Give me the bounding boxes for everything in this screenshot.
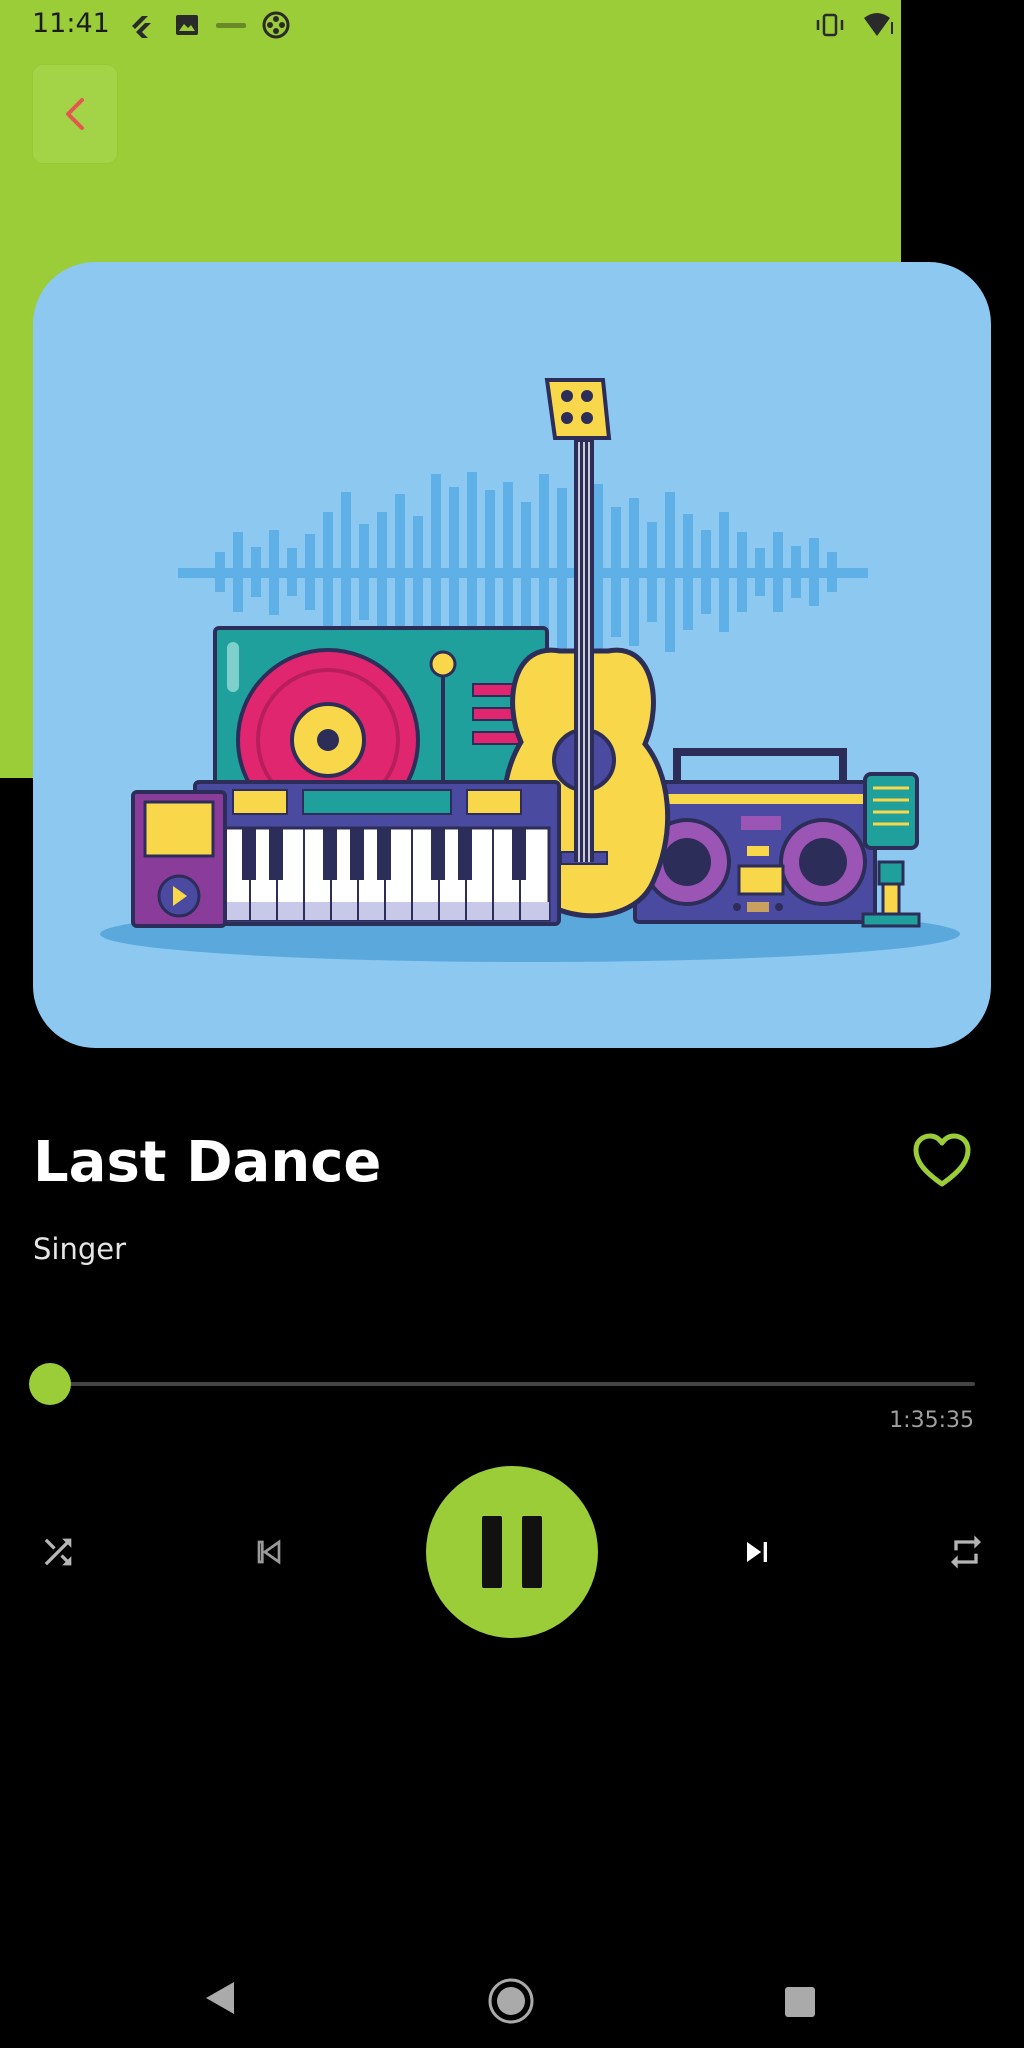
wifi-icon [864, 13, 893, 36]
app-icon [216, 23, 246, 28]
repeat-icon [951, 1535, 981, 1569]
image-icon [176, 15, 198, 35]
favorite-button[interactable] [910, 1130, 974, 1194]
chevron-left-icon [66, 98, 84, 130]
artist-name: Singer [33, 1232, 127, 1266]
skip-previous-icon [257, 1539, 281, 1565]
nav-home-icon[interactable] [486, 1976, 536, 2026]
film-reel-icon [262, 11, 290, 39]
skip-next-icon [747, 1542, 767, 1562]
pause-icon [482, 1516, 542, 1588]
keyboard-graphic [193, 780, 561, 926]
shuffle-button[interactable] [34, 1528, 82, 1576]
next-button[interactable] [733, 1528, 781, 1576]
seek-bar-thumb[interactable] [29, 1363, 71, 1405]
nav-back-icon[interactable] [202, 1978, 238, 2018]
nav-recents-icon[interactable] [784, 1986, 816, 2018]
boombox-graphic [633, 748, 877, 924]
flutter-icon [132, 16, 151, 38]
pause-button[interactable] [426, 1466, 598, 1638]
heart-outline-icon [913, 1133, 971, 1187]
back-button[interactable] [33, 65, 117, 163]
shuffle-icon [44, 1538, 72, 1566]
previous-button[interactable] [245, 1528, 293, 1576]
status-time: 11:41 [32, 8, 110, 39]
repeat-button[interactable] [942, 1528, 990, 1576]
album-art [33, 262, 991, 1048]
music-instruments-illustration [100, 378, 960, 962]
status-bar: 11:41 [0, 0, 1024, 50]
mp3-player-graphic [131, 790, 227, 928]
vibrate-icon [816, 13, 844, 37]
song-title: Last Dance [33, 1130, 382, 1195]
status-left-icons [132, 11, 290, 39]
track-duration: 1:35:35 [889, 1408, 974, 1433]
seek-bar-track[interactable] [50, 1382, 975, 1386]
status-right-icons [816, 13, 893, 37]
